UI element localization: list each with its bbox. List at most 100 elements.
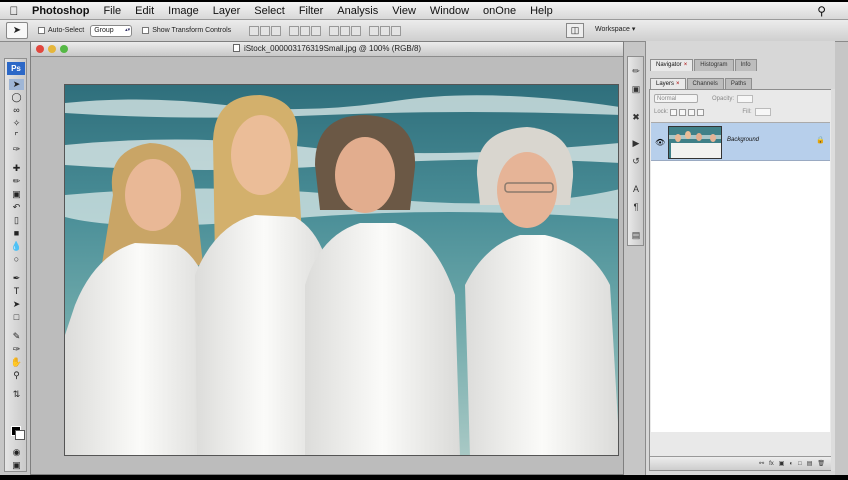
paragraph-icon[interactable]: ¶ — [630, 201, 642, 213]
layer-row[interactable]: 👁 Background 🔒 — [651, 123, 830, 161]
distribute-top-button[interactable] — [329, 25, 340, 36]
screen-mode-icon[interactable]: ▣ — [9, 460, 24, 471]
align-vcenter-button[interactable] — [260, 25, 271, 36]
path-select-tool-icon[interactable]: ➤ — [9, 299, 24, 310]
menu-file[interactable]: File — [96, 5, 128, 17]
distribute-bottom-button[interactable] — [351, 25, 362, 36]
menu-window[interactable]: Window — [423, 5, 476, 17]
history-brush-tool-icon[interactable]: ↶ — [9, 202, 24, 213]
opacity-field[interactable] — [737, 94, 754, 103]
eyedropper2-tool-icon[interactable]: ✑ — [9, 344, 24, 355]
document-title-bar: iStock_000003176319Small.jpg @ 100% (RGB… — [31, 42, 623, 57]
tab-info[interactable]: Info — [734, 59, 757, 71]
align-top-button[interactable] — [249, 25, 260, 36]
lasso-tool-icon[interactable]: ∞ — [9, 105, 24, 116]
zoom-tool-icon[interactable]: ⚲ — [9, 370, 24, 381]
align-buttons — [249, 25, 402, 36]
menu-analysis[interactable]: Analysis — [330, 5, 385, 17]
crop-tool-icon[interactable]: ⌜ — [9, 131, 24, 142]
menu-edit[interactable]: Edit — [128, 5, 161, 17]
tab-layers-label: Layers — [656, 81, 675, 87]
photoshop-logo[interactable]: Ps — [7, 62, 25, 75]
menu-onone[interactable]: onOne — [476, 5, 523, 17]
group-icon[interactable]: □ — [798, 461, 802, 467]
hand-tool-icon[interactable]: ✋ — [9, 357, 24, 368]
auto-select-dropdown[interactable]: Group — [90, 24, 133, 37]
move-tool-icon[interactable]: ➤ — [9, 79, 24, 90]
tool-preset-picker[interactable]: ➤ — [6, 22, 28, 39]
menu-view[interactable]: View — [385, 5, 423, 17]
tab-navigator-label: Navigator — [656, 62, 682, 68]
blend-row: Normal Opacity: — [654, 94, 754, 103]
layers-panel: Normal Opacity: Lock: Fill: 👁 Background… — [649, 89, 832, 471]
blur-tool-icon[interactable]: 💧 — [9, 241, 24, 252]
menu-layer[interactable]: Layer — [206, 5, 248, 17]
close-icon[interactable]: × — [676, 81, 680, 87]
fill-field[interactable] — [754, 108, 771, 116]
menu-select[interactable]: Select — [247, 5, 292, 17]
align-bottom-button[interactable] — [271, 25, 282, 36]
quick-mask-icon[interactable]: ◉ — [9, 447, 24, 458]
checkbox-icon — [142, 27, 150, 34]
healing-tool-icon[interactable]: ✚ — [9, 163, 24, 174]
swap-colors-icon[interactable]: ⇅ — [9, 389, 24, 400]
pen-tool-icon[interactable]: ✒ — [9, 273, 24, 284]
lock-image-icon[interactable] — [679, 108, 687, 116]
lock-all-icon[interactable] — [697, 108, 705, 116]
layer-comps-icon[interactable]: ▤ — [630, 229, 642, 241]
search-icon[interactable]: ⚲ — [817, 4, 826, 18]
menu-photoshop[interactable]: Photoshop — [28, 5, 96, 17]
adjustment-icon[interactable]: ◐ — [789, 461, 793, 467]
align-right-button[interactable] — [311, 25, 322, 36]
trash-icon[interactable]: 🗑 — [817, 460, 825, 467]
brush-tool-icon[interactable]: ✏ — [9, 176, 24, 187]
history-icon[interactable]: ↺ — [630, 155, 642, 167]
clone-source-icon[interactable]: ▣ — [630, 83, 642, 95]
mask-icon[interactable]: ▣ — [779, 460, 785, 467]
notes-tool-icon[interactable]: ✎ — [9, 331, 24, 342]
tool-presets-icon[interactable]: ✖ — [630, 111, 642, 123]
type-tool-icon[interactable]: T — [9, 286, 24, 297]
clone-stamp-tool-icon[interactable]: ▣ — [9, 189, 24, 200]
background-color-swatch[interactable] — [15, 430, 25, 440]
gradient-tool-icon[interactable]: ■ — [9, 228, 24, 239]
tab-histogram[interactable]: Histogram — [694, 59, 734, 71]
new-layer-icon[interactable]: ▤ — [807, 460, 813, 467]
panel-scrollbar[interactable] — [831, 89, 835, 471]
lock-transparent-icon[interactable] — [670, 108, 678, 116]
quick-select-tool-icon[interactable]: ✧ — [9, 118, 24, 129]
distribute-hcenter-button[interactable] — [380, 25, 391, 36]
character-icon[interactable]: A — [630, 183, 642, 195]
distribute-right-button[interactable] — [391, 25, 402, 36]
close-icon[interactable]: × — [684, 62, 688, 68]
eye-icon[interactable]: 👁 — [655, 138, 665, 147]
eyedropper-tool-icon[interactable]: ✑ — [9, 144, 24, 155]
fx-icon[interactable]: fx — [769, 461, 774, 467]
dodge-tool-icon[interactable]: ○ — [9, 254, 24, 265]
auto-select-checkbox[interactable]: Auto-Select — [38, 27, 84, 34]
marquee-tool-icon[interactable]: ◯ — [9, 92, 24, 103]
distribute-vcenter-button[interactable] — [340, 25, 351, 36]
blend-mode-dropdown[interactable]: Normal — [654, 94, 698, 103]
lock-position-icon[interactable] — [688, 108, 696, 116]
align-left-button[interactable] — [289, 25, 300, 36]
tab-navigator[interactable]: Navigator × — [650, 59, 694, 71]
menu-filter[interactable]: Filter — [292, 5, 330, 17]
brushes-icon[interactable]: ✏ — [630, 65, 642, 77]
close-window-button[interactable] — [36, 45, 44, 53]
shape-tool-icon[interactable]: □ — [9, 312, 24, 323]
workspace-dropdown[interactable]: Workspace — [592, 24, 638, 34]
image-canvas[interactable] — [64, 84, 619, 456]
transform-controls-checkbox[interactable]: Show Transform Controls — [142, 27, 231, 34]
menu-help[interactable]: Help — [523, 5, 560, 17]
eraser-tool-icon[interactable]: ▯ — [9, 215, 24, 226]
menu-image[interactable]: Image — [161, 5, 206, 17]
distribute-left-button[interactable] — [369, 25, 380, 36]
actions-icon[interactable]: ▶ — [630, 137, 642, 149]
link-icon[interactable]: ⚯ — [759, 460, 764, 467]
apple-menu-icon[interactable]:  — [0, 4, 28, 18]
zoom-window-button[interactable] — [60, 45, 68, 53]
bridge-icon[interactable]: ◫ — [566, 23, 584, 38]
minimize-window-button[interactable] — [48, 45, 56, 53]
align-hcenter-button[interactable] — [300, 25, 311, 36]
